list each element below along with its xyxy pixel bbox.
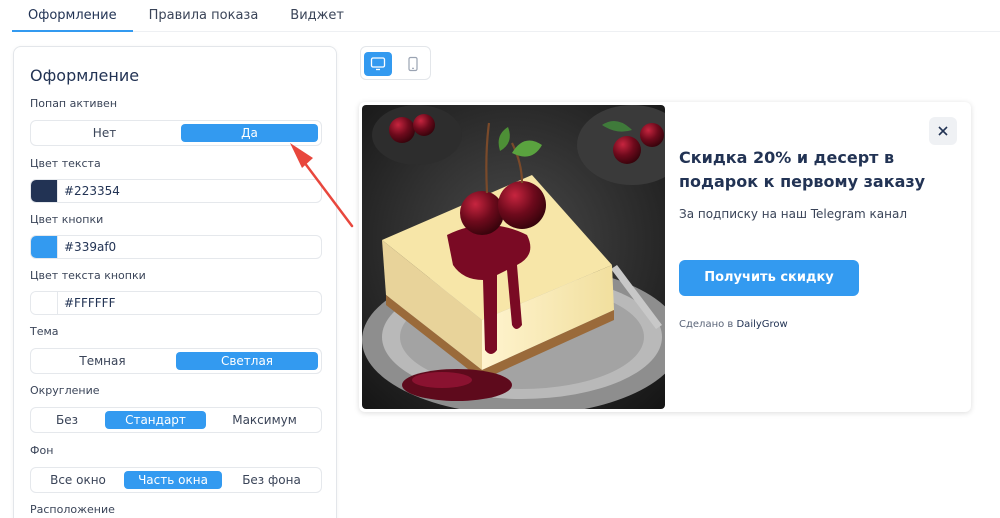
text-color-value: #223354 bbox=[64, 184, 120, 198]
made-by-brand[interactable]: DailyGrow bbox=[736, 319, 787, 330]
theme-toggle: Темная Светлая bbox=[30, 348, 322, 374]
made-by-prefix: Сделано в bbox=[679, 319, 734, 330]
button-text-color-swatch[interactable] bbox=[31, 292, 58, 314]
button-color-label: Цвет кнопки bbox=[30, 213, 104, 226]
button-color-swatch[interactable] bbox=[31, 236, 58, 258]
popup-title: Скидка 20% и десерт в подарок к первому … bbox=[679, 148, 926, 191]
made-by-credit[interactable]: Сделано в DailyGrow bbox=[679, 319, 788, 330]
button-text-color-label: Цвет текста кнопки bbox=[30, 269, 146, 282]
theme-light[interactable]: Светлая bbox=[176, 352, 318, 370]
button-text-color-field[interactable]: #FFFFFF bbox=[30, 291, 322, 315]
close-icon bbox=[938, 126, 948, 136]
mobile-preview-button[interactable] bbox=[399, 52, 427, 76]
rounding-toggle: Без Стандарт Максимум bbox=[30, 407, 322, 433]
tab-widget[interactable]: Виджет bbox=[274, 0, 360, 32]
device-toggle bbox=[360, 46, 431, 80]
text-color-field[interactable]: #223354 bbox=[30, 179, 322, 203]
popup-active-toggle: Нет Да bbox=[30, 120, 322, 146]
rounding-label: Округление bbox=[30, 384, 100, 397]
desktop-icon bbox=[370, 57, 386, 71]
theme-label: Тема bbox=[30, 325, 59, 338]
popup-active-label: Попап активен bbox=[30, 97, 118, 110]
get-discount-button[interactable]: Получить скидку bbox=[679, 260, 859, 296]
background-none[interactable]: Без фона bbox=[225, 471, 318, 489]
mobile-icon bbox=[408, 56, 418, 72]
position-label: Расположение bbox=[30, 503, 115, 516]
text-color-swatch[interactable] bbox=[31, 180, 58, 202]
tab-display-rules[interactable]: Правила показа bbox=[133, 0, 275, 32]
rounding-max[interactable]: Максимум bbox=[211, 411, 318, 429]
rounding-none[interactable]: Без bbox=[34, 411, 100, 429]
tab-design[interactable]: Оформление bbox=[12, 0, 133, 32]
background-partial[interactable]: Часть окна bbox=[124, 471, 222, 489]
desktop-preview-button[interactable] bbox=[364, 52, 392, 76]
rounding-standard[interactable]: Стандарт bbox=[105, 411, 206, 429]
theme-dark[interactable]: Темная bbox=[34, 352, 171, 370]
background-full[interactable]: Все окно bbox=[34, 471, 122, 489]
cheesecake-image bbox=[362, 105, 665, 409]
popup-active-yes[interactable]: Да bbox=[181, 124, 318, 142]
popup-subtitle: За подписку на наш Telegram канал bbox=[679, 207, 908, 221]
design-settings-panel: Оформление Попап активен Нет Да Цвет тек… bbox=[13, 46, 337, 518]
text-color-label: Цвет текста bbox=[30, 157, 101, 170]
tab-bar: Оформление Правила показа Виджет bbox=[12, 0, 360, 32]
popup-close-button[interactable] bbox=[929, 117, 957, 145]
button-text-color-value: #FFFFFF bbox=[64, 296, 116, 310]
popup-active-no[interactable]: Нет bbox=[34, 124, 175, 142]
background-toggle: Все окно Часть окна Без фона bbox=[30, 467, 322, 493]
button-color-value: #339af0 bbox=[64, 240, 117, 254]
panel-title: Оформление bbox=[30, 66, 140, 85]
background-label: Фон bbox=[30, 444, 54, 457]
popup-preview: Скидка 20% и десерт в подарок к первому … bbox=[359, 102, 971, 412]
button-color-field[interactable]: #339af0 bbox=[30, 235, 322, 259]
